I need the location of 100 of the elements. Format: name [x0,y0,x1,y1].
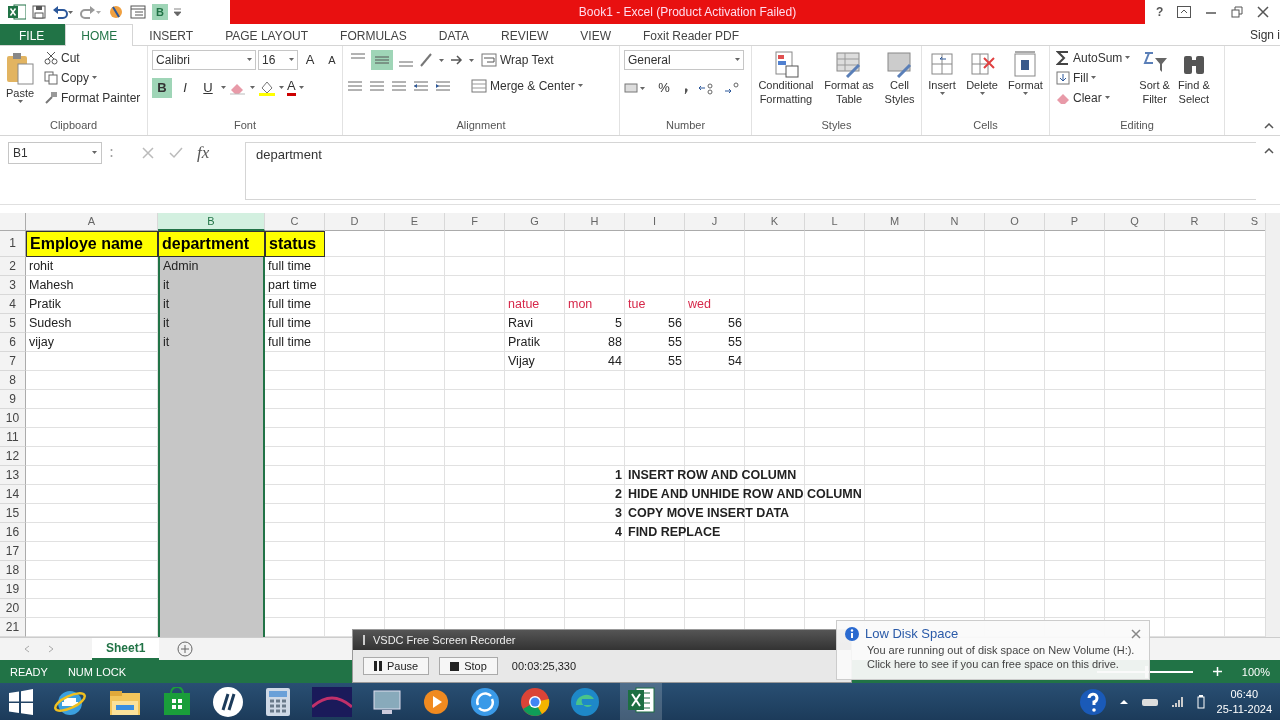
column-header[interactable]: I [625,212,685,231]
sync-icon[interactable] [470,686,500,717]
undo-icon[interactable] [52,5,74,19]
decrease-decimal-icon[interactable] [724,80,742,95]
collapse-ribbon-icon[interactable] [1264,123,1274,129]
style-button[interactable]: Format as Table [823,49,875,119]
font-color-button[interactable]: A [287,79,296,97]
ribbon-display-icon[interactable] [1177,6,1192,18]
percent-button[interactable]: % [654,77,674,98]
paste-button[interactable]: Paste [4,49,36,119]
column-header[interactable]: N [925,212,985,231]
copy-button[interactable]: Copy [42,69,143,86]
column-header[interactable]: D [325,212,385,231]
wrap-text-button[interactable]: Wrap Text [479,51,556,68]
media-player-icon[interactable] [422,687,450,716]
cells-button[interactable]: Insert [927,49,958,119]
zoom-level[interactable]: 100% [1241,665,1270,678]
underline-button[interactable]: U [198,77,218,98]
column-header[interactable]: K [745,212,805,231]
help-button[interactable]: ? [1155,5,1164,19]
ribbon-tab[interactable]: INSERT [133,24,210,45]
ribbon-tab[interactable]: REVIEW [485,24,565,45]
edge-icon[interactable] [570,686,600,717]
editing-button[interactable]: Find & Select [1176,49,1211,119]
sheet-tab[interactable]: Sheet1 [92,638,160,661]
style-button[interactable]: Cell Styles [883,49,916,119]
column-header[interactable]: R [1165,212,1225,231]
ribbon-tab[interactable]: DATA [422,24,485,45]
increase-decimal-icon[interactable] [698,80,716,95]
store-icon[interactable] [162,686,192,717]
column-header[interactable]: S [1225,212,1265,231]
form-icon[interactable] [130,5,146,19]
redo-icon[interactable] [80,5,102,19]
quick-access-button[interactable]: B [152,4,168,20]
shrink-font-button[interactable]: A [322,49,342,70]
ribbon-tab[interactable]: HOME [65,24,134,46]
insert-function-button[interactable]: fx [197,143,210,163]
show-hidden-icon[interactable] [1118,698,1129,705]
decrease-indent-icon[interactable] [413,78,429,93]
column-header[interactable]: J [685,212,745,231]
orientation-icon[interactable] [419,51,447,68]
column-header[interactable]: M [865,212,925,231]
ribbon-tab[interactable]: VIEW [564,24,627,45]
name-box[interactable]: B1 [8,142,102,164]
column-header[interactable]: G [505,212,565,231]
autosum-button[interactable]: AutoSum [1054,49,1133,66]
column-header[interactable]: H [565,212,625,231]
cells-button[interactable]: Delete [965,49,999,119]
touch-mode-icon[interactable] [108,4,124,20]
restore-icon[interactable] [1231,6,1244,18]
zoom-in-icon[interactable] [1212,667,1222,677]
clear-button[interactable]: Clear [1054,89,1133,106]
row-header[interactable]: 1 [0,230,26,257]
save-icon[interactable] [32,5,46,19]
clock-time[interactable]: 06:40 [1230,686,1259,702]
monitor-icon[interactable] [372,687,402,716]
signal-icon[interactable] [1170,694,1185,709]
column-header[interactable]: Q [1105,212,1165,231]
column-header[interactable]: B [158,212,265,231]
sign-in-link[interactable]: Sign i [1249,24,1280,45]
collapse-formula-icon[interactable] [1264,148,1274,154]
column-header[interactable]: L [805,212,865,231]
help-circle-icon[interactable] [1078,687,1107,716]
recorder-app-icon[interactable] [312,686,352,717]
windows-start-icon[interactable] [8,688,34,715]
close-icon[interactable] [1257,6,1269,18]
pause-button[interactable]: Pause [363,657,430,675]
column-header[interactable]: F [445,212,505,231]
column-header[interactable]: O [985,212,1045,231]
round-logo-icon[interactable] [212,685,244,718]
italic-button[interactable]: I [175,77,195,98]
customize-caret-icon[interactable] [173,8,181,16]
cut-button[interactable]: Cut [42,49,143,66]
clock-date[interactable]: 25-11-2024 [1216,701,1272,717]
cells-button[interactable]: Format [1007,49,1044,119]
column-header[interactable]: A [26,212,158,231]
close-icon[interactable] [1131,628,1141,639]
excel-app-icon[interactable] [626,685,656,715]
column-header[interactable]: P [1045,212,1105,231]
calculator-icon[interactable] [264,686,292,717]
merge-center-button[interactable]: Merge & Center [469,77,585,94]
column-header[interactable]: C [265,212,325,231]
font-size-field[interactable]: 16 [258,49,298,70]
ribbon-tab[interactable]: PAGE LAYOUT [209,24,325,45]
currency-icon[interactable] [624,80,646,95]
check-icon[interactable] [169,146,183,160]
ribbon-tab[interactable]: Foxit Reader PDF [627,24,756,45]
fill-button[interactable]: Fill [1054,69,1133,86]
ribbon-tab[interactable]: FILE [0,24,66,45]
notification-popup[interactable]: Low Disk Space You are running out of disk space on New Volume (H:). Click here to see if you can free space on this drive. [836,620,1150,680]
middle-align-button[interactable] [371,49,393,70]
style-button[interactable]: Conditional Formatting [757,49,815,119]
add-sheet-icon[interactable] [177,641,194,658]
column-header[interactable]: E [385,212,445,231]
grow-font-button[interactable]: A [300,49,320,70]
vertical-scrollbar[interactable] [1265,212,1280,637]
stop-button[interactable]: Stop [439,657,498,675]
font-name-field[interactable]: Calibri [152,49,256,70]
chrome-icon[interactable] [520,686,550,717]
number-format-field[interactable]: General [624,49,744,70]
